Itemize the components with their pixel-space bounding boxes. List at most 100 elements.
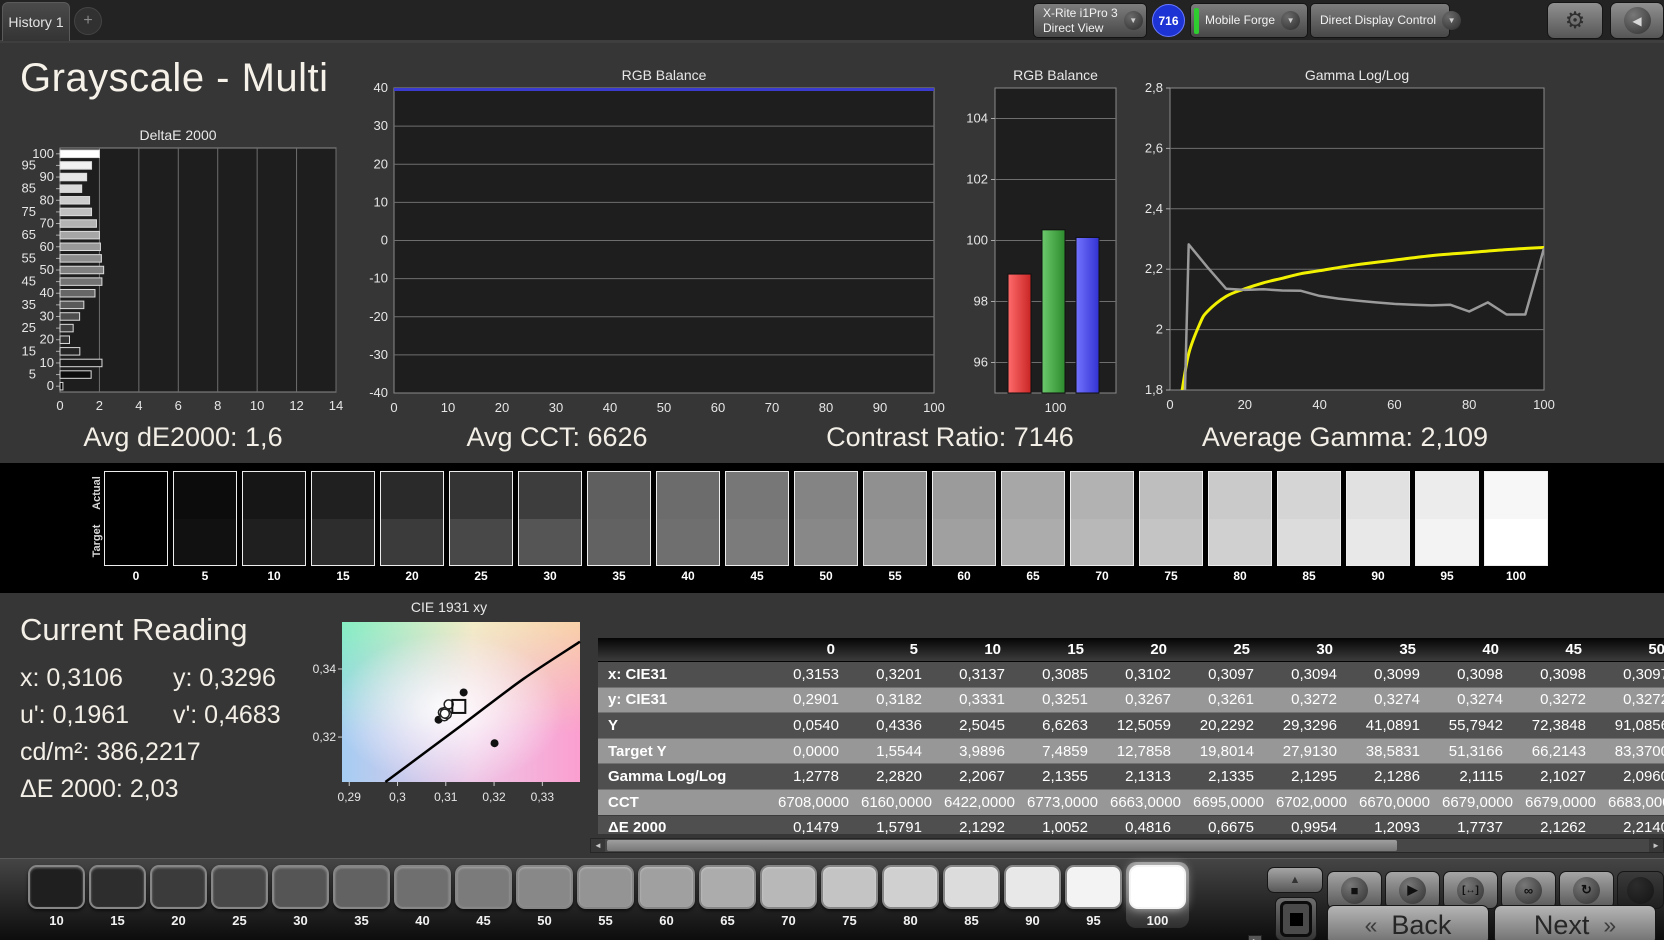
scroll-right-icon[interactable]: ► — [1649, 839, 1663, 852]
table-cell: 6702,0000 — [1276, 793, 1347, 811]
table-cell: 1,2093 — [1374, 819, 1420, 834]
svg-text:2: 2 — [1156, 322, 1163, 337]
table-cell: 1,5544 — [876, 742, 922, 760]
back-button[interactable]: « Back — [1327, 905, 1489, 940]
patch-button-85[interactable]: 85 — [943, 865, 1000, 928]
meter-dropdown[interactable]: X-Rite i1Pro 3 Direct View ▼ — [1033, 3, 1147, 38]
table-cell: 0,3099 — [1374, 665, 1420, 683]
table-cell: 2,1335 — [1208, 768, 1254, 786]
play-button[interactable]: ▶ — [1385, 871, 1440, 909]
patch-button-25[interactable]: 25 — [211, 865, 268, 928]
patch-scroll-right-icon[interactable]: ► — [1248, 935, 1262, 940]
table-cell: 0,4816 — [1125, 819, 1171, 834]
table-cell: 0,2901 — [793, 691, 839, 709]
patch-button-55[interactable]: 55 — [577, 865, 634, 928]
swatch-row: 0 5 10 15 20 25 30 35 40 45 50 55 60 65 70 75 80 85 90 95 10… — [104, 471, 1548, 583]
svg-text:75: 75 — [22, 204, 36, 219]
display-control-dropdown[interactable]: Direct Display Control ▼ — [1310, 3, 1462, 38]
svg-text:0: 0 — [381, 233, 388, 248]
avg-de2000-stat: Avg dE2000: 1,6 — [83, 422, 283, 452]
calibration-app: History 1 + X-Rite i1Pro 3 Direct View ▼ … — [0, 0, 1664, 940]
table-cell: 0,3137 — [959, 665, 1005, 683]
continuous-measure-button[interactable]: ∞ — [1501, 871, 1556, 909]
scrollbar-thumb[interactable] — [607, 840, 1397, 851]
table-col-header: 40 — [1442, 638, 1525, 662]
table-cell: 38,5831 — [1365, 742, 1420, 760]
table-cell: 0,3182 — [876, 691, 922, 709]
svg-text:85: 85 — [22, 181, 36, 196]
patch-button-20[interactable]: 20 — [150, 865, 207, 928]
patch-panel-up-button[interactable]: ▲ — [1267, 867, 1323, 893]
source-dropdown[interactable]: Mobile Forge ▼ — [1190, 3, 1308, 38]
patch-button-45[interactable]: 45 — [455, 865, 512, 928]
dark-circle-icon — [1627, 876, 1654, 904]
next-button[interactable]: Next » — [1494, 905, 1656, 940]
svg-text:12: 12 — [289, 398, 303, 413]
table-col-header: 30 — [1276, 638, 1359, 662]
swatch-level-label: 80 — [1233, 569, 1247, 583]
svg-text:102: 102 — [966, 172, 988, 187]
patch-button-35[interactable]: 35 — [333, 865, 390, 928]
svg-text:-10: -10 — [369, 271, 388, 286]
svg-text:20: 20 — [374, 156, 388, 171]
svg-text:0,34: 0,34 — [313, 662, 337, 676]
stop-button[interactable]: ■ — [1327, 871, 1382, 909]
table-cell: 0,1479 — [793, 819, 839, 834]
add-tab-button[interactable]: + — [74, 7, 102, 35]
step-measure-button[interactable]: [↔] — [1443, 871, 1498, 909]
svg-text:30: 30 — [40, 308, 54, 323]
table-col-header: 20 — [1110, 638, 1193, 662]
svg-text:0,29: 0,29 — [338, 790, 362, 804]
gray-swatch: 50 — [794, 471, 858, 583]
source-dropdown-label: Mobile Forge — [1205, 13, 1276, 27]
gray-swatch: 60 — [932, 471, 996, 583]
gray-swatch: 75 — [1139, 471, 1203, 583]
table-row-label: x: CIE31 — [608, 665, 668, 683]
inactive-measure-button — [1617, 871, 1664, 909]
svg-text:70: 70 — [40, 216, 54, 231]
svg-text:0: 0 — [390, 400, 397, 415]
table-cell: 6670,0000 — [1359, 793, 1430, 811]
svg-text:25: 25 — [22, 320, 36, 335]
patch-button-75[interactable]: 75 — [821, 865, 878, 928]
patch-button-40[interactable]: 40 — [394, 865, 451, 928]
patch-button-15[interactable]: 15 — [89, 865, 146, 928]
table-cell: 0,3272 — [1540, 691, 1586, 709]
svg-text:20: 20 — [495, 400, 509, 415]
table-cell: 0,6675 — [1208, 819, 1254, 834]
current-reading-title: Current Reading — [20, 612, 248, 647]
meter-reading-badge[interactable]: 716 — [1152, 4, 1185, 37]
patch-window-button[interactable] — [1275, 897, 1317, 940]
settings-button[interactable]: ⚙ — [1547, 2, 1603, 39]
svg-text:60: 60 — [40, 239, 54, 254]
scroll-left-icon[interactable]: ◄ — [591, 839, 605, 852]
table-cell: 41,0891 — [1365, 716, 1420, 734]
svg-text:80: 80 — [819, 400, 833, 415]
gray-swatch: 35 — [587, 471, 651, 583]
patch-button-80[interactable]: 80 — [882, 865, 939, 928]
table-cell: 2,1115 — [1459, 768, 1503, 786]
table-cell: 1,0052 — [1042, 819, 1088, 834]
patch-button-95[interactable]: 95 — [1065, 865, 1122, 928]
svg-text:4: 4 — [135, 398, 142, 413]
patch-button-50[interactable]: 50 — [516, 865, 573, 928]
patch-button-60[interactable]: 60 — [638, 865, 695, 928]
patch-button-70[interactable]: 70 — [760, 865, 817, 928]
patch-button-30[interactable]: 30 — [272, 865, 329, 928]
loop-measure-button[interactable]: ↻ — [1559, 871, 1614, 909]
gray-swatch: 80 — [1208, 471, 1272, 583]
patch-button-65[interactable]: 65 — [699, 865, 756, 928]
patch-button-10[interactable]: 10 — [28, 865, 85, 928]
reading-u: u': 0,1961 — [20, 701, 130, 729]
patch-level-label: 50 — [537, 913, 552, 928]
collapse-panel-button[interactable]: ◀ — [1610, 2, 1664, 39]
table-scrollbar[interactable]: ◄ ► — [590, 838, 1664, 853]
patch-button-90[interactable]: 90 — [1004, 865, 1061, 928]
svg-text:100: 100 — [966, 233, 988, 248]
table-cell: 29,3296 — [1282, 716, 1337, 734]
patch-level-label: 25 — [232, 913, 247, 928]
tab-history-1[interactable]: History 1 — [2, 2, 70, 41]
grayscale-swatch-strip: Actual Target 0 5 10 15 20 25 30 35 40 45 50 55 60 65… — [0, 463, 1664, 593]
table-cell: 0,3251 — [1042, 691, 1088, 709]
patch-button-100[interactable]: 100 — [1126, 862, 1189, 928]
